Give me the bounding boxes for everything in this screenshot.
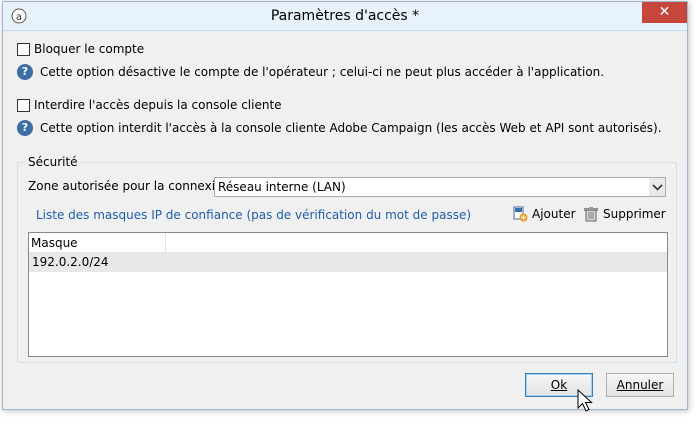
mouse-cursor-icon (577, 389, 593, 412)
table-row[interactable]: 192.0.2.0/24 (29, 253, 667, 272)
forbid-console-help-text: Cette option interdit l'accès à la conso… (40, 121, 662, 135)
zone-select[interactable]: Réseau interne (LAN) (214, 177, 666, 197)
dialog-window: a Paramètres d'accès * ✕ Bloquer le comp… (2, 1, 688, 412)
add-label: Ajouter (532, 207, 576, 221)
block-account-label[interactable]: Bloquer le compte (34, 42, 144, 56)
title-bar: a Paramètres d'accès * ✕ (3, 2, 687, 31)
ip-masks-table[interactable]: Masque 192.0.2.0/24 (28, 232, 668, 357)
help-icon: ? (17, 120, 33, 136)
column-header-mask[interactable]: Masque (29, 233, 166, 253)
trash-icon (584, 207, 598, 222)
security-legend: Sécurité (26, 155, 80, 169)
delete-label: Supprimer (603, 207, 666, 221)
table-cell-mask: 192.0.2.0/24 (32, 255, 109, 269)
close-button[interactable]: ✕ (642, 2, 687, 23)
cancel-button[interactable]: Annuler (606, 373, 674, 397)
table-header: Masque (29, 233, 667, 253)
forbid-console-label[interactable]: Interdire l'accès depuis la console clie… (34, 98, 282, 112)
security-group: Sécurité Zone autorisée pour la connexio… (17, 155, 677, 363)
ok-label: Ok (550, 378, 568, 392)
add-icon (513, 206, 528, 222)
window-title: Paramètres d'accès * (270, 8, 420, 24)
add-button[interactable]: Ajouter (512, 206, 576, 222)
delete-button[interactable]: Supprimer (583, 206, 666, 222)
dialog-content: Bloquer le compte ? Cette option désacti… (3, 31, 687, 412)
ip-masks-link[interactable]: Liste des masques IP de confiance (pas d… (36, 208, 471, 222)
forbid-console-checkbox[interactable] (17, 99, 30, 112)
help-icon: ? (17, 64, 33, 80)
zone-select-value: Réseau interne (LAN) (218, 180, 346, 194)
cancel-label: Annuler (616, 378, 664, 392)
block-account-help-text: Cette option désactive le compte de l'op… (40, 65, 605, 79)
block-account-checkbox[interactable] (17, 43, 30, 56)
chevron-down-icon[interactable] (648, 178, 665, 196)
zone-label: Zone autorisée pour la connexion : (28, 179, 238, 193)
